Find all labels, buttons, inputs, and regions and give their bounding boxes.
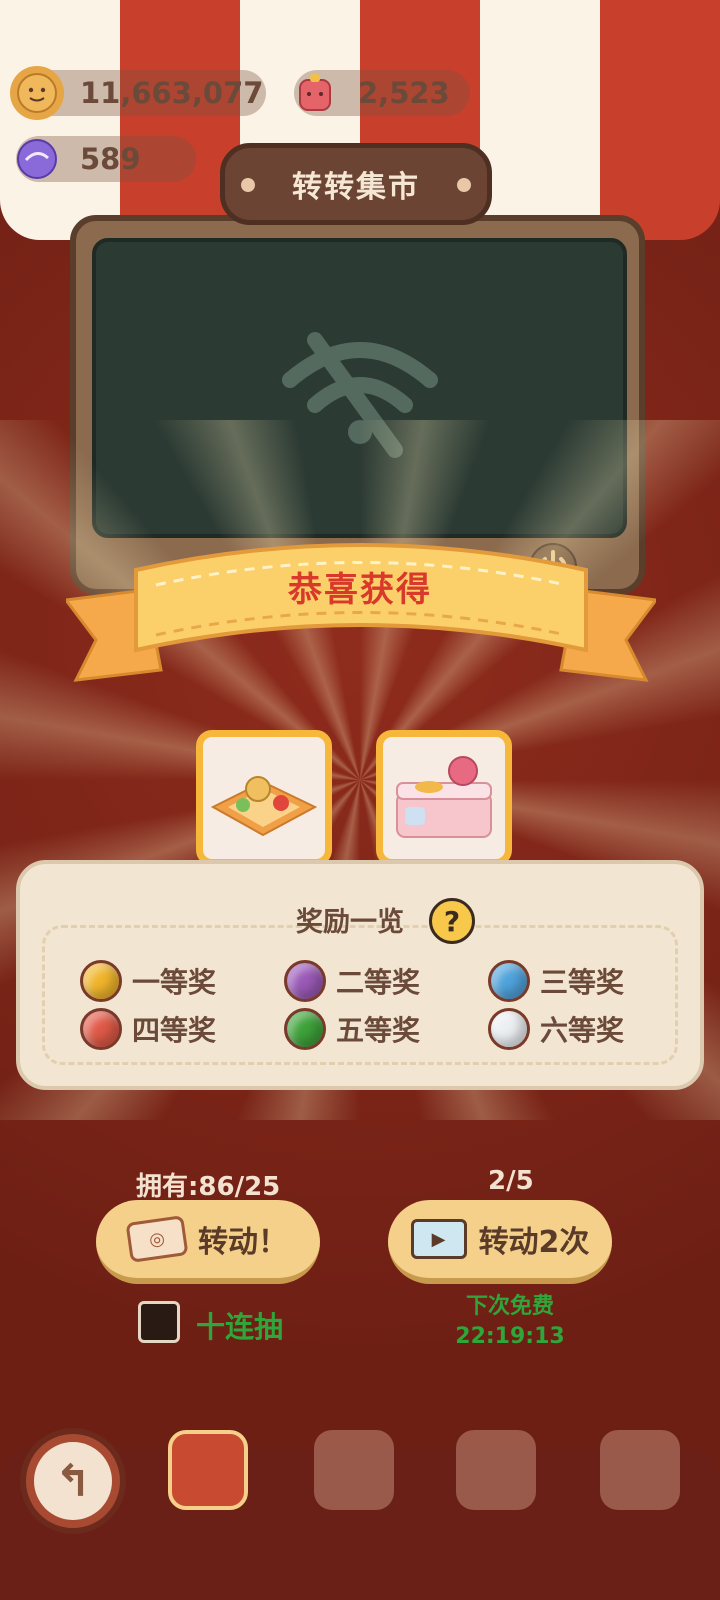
candy-amount: 2,523 xyxy=(358,76,450,110)
video-icon: ▶ xyxy=(410,1219,467,1259)
tier-5: 五等奖 xyxy=(284,1008,420,1050)
candy-icon xyxy=(288,66,342,120)
tier-3: 三等奖 xyxy=(488,960,624,1002)
cafe-table-icon xyxy=(600,1430,680,1510)
nav-tab-characters[interactable] xyxy=(304,1420,404,1520)
mushroom-house-icon xyxy=(456,1430,536,1510)
tier-ball-icon xyxy=(284,1008,326,1050)
tier-ball-icon xyxy=(284,960,326,1002)
tier-ball-icon xyxy=(80,960,122,1002)
ten-draw-checkbox[interactable] xyxy=(138,1301,180,1343)
tier-ball-icon xyxy=(80,1008,122,1050)
ten-draw-label[interactable]: 十连抽 xyxy=(196,1304,283,1346)
owned-tickets: 拥有:86/25 xyxy=(136,1172,281,1202)
spin-twice-button[interactable]: ▶ 转动2次 xyxy=(388,1200,612,1284)
spin-twice-label: 转动2次 xyxy=(478,1225,590,1260)
tier-ball-icon xyxy=(488,1008,530,1050)
wifi-off-icon xyxy=(282,332,438,458)
back-arrow-icon: ↰ xyxy=(34,1442,112,1520)
tier-1: 一等奖 xyxy=(80,960,216,1002)
machine-title: 转转集市 xyxy=(292,170,420,205)
gem-icon xyxy=(10,132,64,186)
tier-label: 五等奖 xyxy=(336,1014,421,1047)
picnic-blanket-icon xyxy=(210,776,318,837)
tier-2: 二等奖 xyxy=(284,960,420,1002)
nav-tab-market[interactable] xyxy=(158,1420,258,1520)
nav-tab-cafe[interactable] xyxy=(590,1420,690,1520)
reward-card-picnic[interactable] xyxy=(196,730,332,866)
tea-counter-icon xyxy=(396,756,492,838)
reward-list-title: 奖励一览 xyxy=(296,907,404,938)
tier-ball-icon xyxy=(488,960,530,1002)
candy-currency[interactable]: 2,523 xyxy=(294,70,470,116)
help-icon[interactable]: ? xyxy=(429,898,475,944)
cookie-amount: 11,663,077 xyxy=(80,76,264,110)
free-spin-count: 2/5 xyxy=(488,1166,534,1196)
congrats-banner xyxy=(66,543,656,682)
spin-button-label: 转动！ xyxy=(198,1225,288,1260)
next-free-label: 下次免费 xyxy=(465,1294,554,1319)
tier-label: 一等奖 xyxy=(132,966,217,999)
back-button[interactable]: ↰ xyxy=(20,1428,126,1534)
market-stall-icon xyxy=(168,1430,248,1510)
next-free-timer: 下次免费 22:19:13 xyxy=(430,1292,590,1352)
machine-title-plaque: 转转集市 xyxy=(220,143,492,225)
bunny-pair-icon xyxy=(314,1430,394,1510)
tier-label: 二等奖 xyxy=(336,966,421,999)
reward-card-counter[interactable] xyxy=(376,730,512,866)
gem-currency[interactable]: 589 xyxy=(16,136,196,182)
cookie-currency[interactable]: 11,663,077 xyxy=(10,66,266,120)
tier-4: 四等奖 xyxy=(80,1008,216,1050)
tier-label: 六等奖 xyxy=(540,1014,625,1047)
nav-tab-house[interactable] xyxy=(446,1420,546,1520)
plaque-bolt xyxy=(457,178,471,192)
next-free-time: 22:19:13 xyxy=(455,1324,565,1349)
gem-amount: 589 xyxy=(80,142,141,176)
tier-6: 六等奖 xyxy=(488,1008,624,1050)
tier-label: 四等奖 xyxy=(132,1014,217,1047)
ticket-icon: ◎ xyxy=(125,1215,189,1263)
spin-button[interactable]: ◎ 转动！ xyxy=(96,1200,320,1284)
tier-label: 三等奖 xyxy=(540,966,625,999)
cookie-icon xyxy=(10,66,64,120)
banner-title: 恭喜获得 xyxy=(288,570,432,610)
plaque-bolt xyxy=(241,178,255,192)
